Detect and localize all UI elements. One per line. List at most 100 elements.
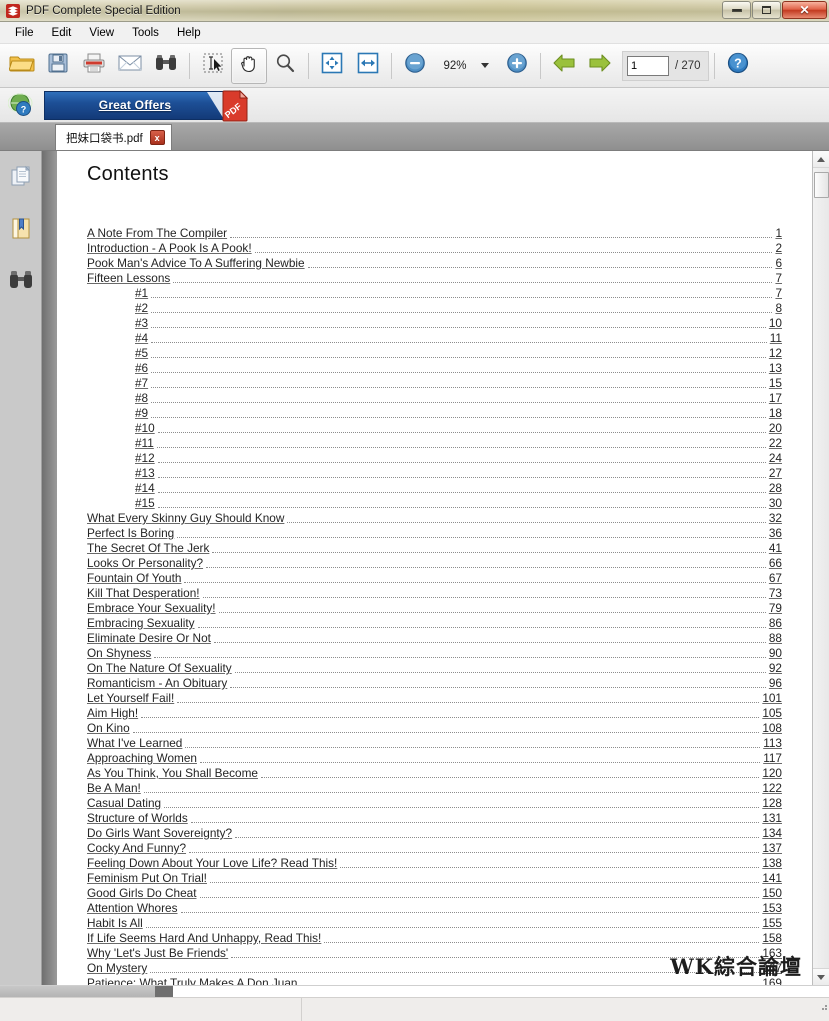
toc-entry-page[interactable]: 1 (773, 226, 782, 241)
toc-entry-label[interactable]: #8 (135, 391, 150, 406)
toc-entry-page[interactable]: 13 (767, 361, 782, 376)
toc-entry-label[interactable]: If Life Seems Hard And Unhappy, Read Thi… (87, 931, 323, 946)
toc-row[interactable]: #1 7 (87, 286, 782, 301)
vertical-scrollbar[interactable] (812, 151, 829, 985)
scroll-down-button[interactable] (812, 968, 829, 985)
toc-entry-label[interactable]: On Kino (87, 721, 132, 736)
toc-row[interactable]: #15 30 (87, 496, 782, 511)
toc-entry-label[interactable]: The Secret Of The Jerk (87, 541, 211, 556)
close-button[interactable]: ✕ (782, 1, 827, 19)
toc-entry-label[interactable]: #1 (135, 286, 150, 301)
zoom-tool-button[interactable] (267, 48, 303, 84)
toc-row[interactable]: #4 11 (87, 331, 782, 346)
toc-entry-page[interactable]: 131 (760, 811, 782, 826)
toc-entry-page[interactable]: 32 (767, 511, 782, 526)
toc-row[interactable]: Do Girls Want Sovereignty? 134 (87, 826, 782, 841)
toc-row[interactable]: Cocky And Funny? 137 (87, 841, 782, 856)
tab-close-icon[interactable]: x (149, 130, 165, 145)
toc-row[interactable]: Fountain Of Youth 67 (87, 571, 782, 586)
toc-entry-page[interactable]: 134 (760, 826, 782, 841)
toc-row[interactable]: On The Nature Of Sexuality 92 (87, 661, 782, 676)
toc-entry-page[interactable]: 153 (760, 901, 782, 916)
email-button[interactable] (112, 48, 148, 84)
toc-entry-page[interactable]: 67 (767, 571, 782, 586)
toc-entry-page[interactable]: 92 (767, 661, 782, 676)
toc-row[interactable]: Feeling Down About Your Love Life? Read … (87, 856, 782, 871)
toc-entry-label[interactable]: Romanticism - An Obituary (87, 676, 229, 691)
toc-row[interactable]: #14 28 (87, 481, 782, 496)
toc-entry-label[interactable]: #14 (135, 481, 157, 496)
toc-entry-label[interactable]: Let Yourself Fail! (87, 691, 176, 706)
horizontal-scrollbar[interactable] (0, 985, 829, 997)
toc-row[interactable]: #9 18 (87, 406, 782, 421)
toc-entry-page[interactable]: 96 (767, 676, 782, 691)
sidebar-item-bookmarks[interactable] (6, 215, 36, 245)
toc-entry-page[interactable]: 128 (760, 796, 782, 811)
menu-view[interactable]: View (80, 24, 123, 42)
toc-row[interactable]: #11 22 (87, 436, 782, 451)
previous-page-button[interactable] (546, 48, 582, 84)
toc-row[interactable]: #12 24 (87, 451, 782, 466)
toc-entry-label[interactable]: Do Girls Want Sovereignty? (87, 826, 234, 841)
toc-entry-label[interactable]: #9 (135, 406, 150, 421)
toc-entry-label[interactable]: #7 (135, 376, 150, 391)
toc-row[interactable]: Approaching Women 117 (87, 751, 782, 766)
toc-entry-page[interactable]: 22 (767, 436, 782, 451)
toc-entry-page[interactable]: 150 (760, 886, 782, 901)
toc-entry-label[interactable]: Pook Man's Advice To A Suffering Newbie (87, 256, 307, 271)
toc-entry-page[interactable]: 2 (773, 241, 782, 256)
toc-entry-label[interactable]: As You Think, You Shall Become (87, 766, 260, 781)
select-text-button[interactable] (195, 48, 231, 84)
toc-entry-label[interactable]: #15 (135, 496, 157, 511)
toc-row[interactable]: Romanticism - An Obituary 96 (87, 676, 782, 691)
page-number-input[interactable] (627, 55, 669, 76)
next-page-button[interactable] (582, 48, 618, 84)
toc-entry-page[interactable]: 66 (767, 556, 782, 571)
menu-help[interactable]: Help (168, 24, 210, 42)
globe-help-icon[interactable]: ? (7, 92, 34, 118)
toc-entry-label[interactable]: #11 (135, 436, 156, 451)
menu-tools[interactable]: Tools (123, 24, 168, 42)
toc-entry-label[interactable]: Why 'Let's Just Be Friends' (87, 946, 230, 961)
toc-entry-page[interactable]: 41 (767, 541, 782, 556)
toc-entry-page[interactable]: 18 (767, 406, 782, 421)
toc-entry-label[interactable]: What I've Learned (87, 736, 184, 751)
toc-entry-page[interactable]: 138 (760, 856, 782, 871)
toc-entry-page[interactable]: 90 (767, 646, 782, 661)
toc-entry-label[interactable]: Embracing Sexuality (87, 616, 197, 631)
toc-row[interactable]: Eliminate Desire Or Not 88 (87, 631, 782, 646)
toc-entry-label[interactable]: Patience: What Truly Makes A Don Juan (87, 976, 299, 985)
toc-entry-label[interactable]: Embrace Your Sexuality! (87, 601, 218, 616)
toc-row[interactable]: Feminism Put On Trial! 141 (87, 871, 782, 886)
toc-entry-label[interactable]: Good Girls Do Cheat (87, 886, 199, 901)
menu-edit[interactable]: Edit (43, 24, 81, 42)
zoom-level-label[interactable]: 92% (433, 60, 477, 72)
great-offers-label[interactable]: Great Offers (99, 98, 171, 112)
toc-entry-page[interactable]: 137 (760, 841, 782, 856)
toc-entry-label[interactable]: Be A Man! (87, 781, 143, 796)
toc-row[interactable]: The Secret Of The Jerk 41 (87, 541, 782, 556)
toc-entry-label[interactable]: #5 (135, 346, 150, 361)
toc-entry-label[interactable]: What Every Skinny Guy Should Know (87, 511, 286, 526)
toc-entry-label[interactable]: On Shyness (87, 646, 153, 661)
toc-entry-label[interactable]: #10 (135, 421, 157, 436)
toc-entry-page[interactable]: 12 (767, 346, 782, 361)
scroll-up-button[interactable] (812, 151, 829, 168)
toc-entry-label[interactable]: #13 (135, 466, 157, 481)
toc-row[interactable]: Embrace Your Sexuality! 79 (87, 601, 782, 616)
toc-row[interactable]: As You Think, You Shall Become 120 (87, 766, 782, 781)
toc-entry-label[interactable]: Feeling Down About Your Love Life? Read … (87, 856, 339, 871)
sidebar-item-search[interactable] (6, 267, 36, 297)
toc-entry-page[interactable]: 20 (767, 421, 782, 436)
search-button[interactable] (148, 48, 184, 84)
toc-entry-label[interactable]: #12 (135, 451, 157, 466)
pdf-page-canvas[interactable]: Contents A Note From The Compiler 1 Introd… (57, 151, 812, 985)
save-button[interactable] (40, 48, 76, 84)
toc-row[interactable]: #10 20 (87, 421, 782, 436)
fit-page-button[interactable] (314, 48, 350, 84)
toc-row[interactable]: Casual Dating 128 (87, 796, 782, 811)
toc-entry-page[interactable]: 7 (773, 271, 782, 286)
toc-entry-label[interactable]: #3 (135, 316, 150, 331)
toc-entry-page[interactable]: 101 (760, 691, 782, 706)
toc-row[interactable]: Be A Man! 122 (87, 781, 782, 796)
